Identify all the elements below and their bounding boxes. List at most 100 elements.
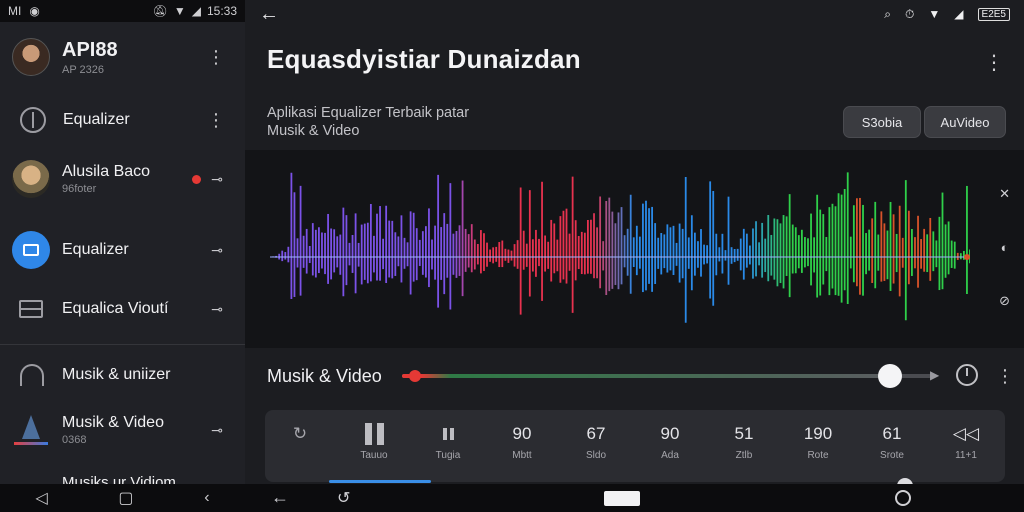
theme-toggle-icon[interactable]: ◐	[999, 240, 1010, 255]
nav-circle-icon[interactable]	[895, 490, 911, 506]
sidebar-item-label: Equalizer	[62, 241, 129, 258]
app-bar: ← ⌕ ⏱︎ ▼ ◢ E2E5	[245, 0, 1024, 28]
carrier-label: MI	[8, 4, 22, 18]
subtitle-line: Musik & Video	[267, 123, 360, 140]
sidebar-item-label: Alusila Baco	[62, 163, 151, 180]
eq-band[interactable]: 67 Sldo	[561, 422, 631, 461]
eq-band[interactable]: 61 Srote	[857, 422, 927, 461]
mode-button-1[interactable]: S3obia	[843, 106, 921, 138]
nav-back-icon[interactable]: ‹	[204, 489, 209, 507]
band-value: 90	[512, 424, 532, 443]
band-label: Rote	[807, 450, 829, 461]
seek-slider[interactable]	[402, 374, 932, 378]
nav-home-icon[interactable]: ▢	[118, 488, 133, 508]
more-options-icon[interactable]: ⋮	[207, 111, 225, 129]
arrow-icon[interactable]: ⊸	[211, 242, 223, 259]
band-label: 11+1	[955, 450, 977, 461]
eq-band[interactable]: 90 Ada	[635, 422, 705, 461]
subtitle: Aplikasi Equalizer Terbaik patar Musik &…	[267, 104, 527, 140]
sidebar-item-equalizer-active[interactable]: Equalizer ⊸	[0, 231, 245, 269]
rotate-icon[interactable]: ↺	[337, 488, 350, 508]
wifi-icon: ▼	[928, 7, 941, 21]
page-title: Equasdyistiar Dunaizdan	[267, 44, 581, 74]
headset-icon	[20, 364, 44, 386]
link-icon[interactable]: ⊘	[999, 293, 1010, 309]
system-nav-bar: ← ↺	[245, 484, 1024, 512]
wave-side-controls: ✕ ◐ ⊘	[999, 186, 1010, 309]
sidebar-item-musik-uniizer[interactable]: Musik & uniizer	[0, 364, 245, 386]
sidebar-item-label: Equalica Vioutí	[62, 300, 169, 317]
app-circle-icon: ◉	[29, 4, 40, 18]
band-label: Tugia	[435, 450, 461, 461]
eq-band[interactable]: 51 Ztlb	[709, 422, 779, 461]
arrow-right-icon: ▶	[930, 368, 940, 382]
record-dot-icon	[409, 370, 421, 382]
sidebar-item-contact[interactable]: Alusila Baco 96foter ⊸	[0, 160, 245, 198]
band-value: ◁◁	[952, 424, 980, 443]
nav-home-icon[interactable]	[604, 491, 640, 506]
subtitle-line: Aplikasi Equalizer Terbaik patar	[267, 105, 470, 121]
search-icon[interactable]: ⌕	[884, 7, 891, 22]
more-options-icon[interactable]: ⋮	[207, 48, 225, 66]
profile-sub: AP 2326	[62, 63, 105, 76]
band-label: Ada	[661, 450, 679, 461]
eq-band[interactable]: Tauuo	[339, 422, 409, 461]
profile-name: API88	[62, 38, 118, 61]
link-icon[interactable]: ⊸	[211, 301, 223, 318]
mute-icon: 🔕︎	[152, 4, 168, 18]
waveform-panel	[245, 150, 1024, 348]
speaker-cone-icon	[14, 415, 48, 445]
eq-band[interactable]: 90 Mbtt	[487, 422, 557, 461]
slider-label: Musik & Video	[267, 366, 382, 386]
status-icons: ⌕ ⏱︎ ▼ ◢ E2E5	[884, 7, 1010, 22]
eq-band[interactable]: Tugia	[413, 422, 483, 461]
nav-back-icon[interactable]: ←	[271, 487, 289, 508]
status-bar: MI ◉ 🔕︎ ▼ ◢ 15:33	[0, 0, 245, 22]
arrow-icon[interactable]: ⊸	[211, 171, 223, 188]
status-icons: 🔕︎ ▼ ◢ 15:33	[153, 4, 237, 18]
band-value: 190	[803, 424, 833, 443]
arrow-icon[interactable]: ⊸	[211, 422, 223, 439]
band-label: Srote	[880, 450, 904, 461]
band-label: Ztlb	[735, 450, 753, 461]
avatar	[12, 160, 50, 198]
sidebar-item-sub: 96foter	[62, 183, 97, 195]
signal-icon: ◢	[954, 7, 964, 21]
eq-band[interactable]: ↻	[265, 422, 335, 450]
shuffle-icon[interactable]: ✕	[999, 186, 1010, 202]
alarm-icon: ⏱︎	[905, 6, 915, 21]
slider-thumb[interactable]	[877, 364, 902, 388]
mode-button-2[interactable]: AuVideo	[924, 106, 1006, 138]
sidebar: MI ◉ 🔕︎ ▼ ◢ 15:33 API88 AP 2326 ⋮ Equali…	[0, 0, 245, 512]
equalizer-icon	[12, 231, 50, 269]
screen-icon	[19, 300, 43, 318]
eq-band[interactable]: ◁◁ 11+1	[931, 422, 1001, 461]
timer-icon[interactable]	[956, 364, 978, 386]
pause-icon	[339, 422, 409, 446]
signal-icon: ◢	[191, 4, 201, 18]
more-options-icon[interactable]: ⋮	[996, 366, 1014, 387]
record-dot-icon	[192, 174, 201, 184]
sidebar-item-sub: 0368	[62, 434, 87, 446]
band-progress-bar	[329, 480, 431, 483]
band-value: 51	[734, 424, 754, 443]
band-value: 67	[586, 424, 606, 443]
sidebar-item-label: Musik & uniizer	[62, 366, 171, 383]
system-nav-bar: ◁ ▢ ‹	[0, 484, 245, 512]
profile-row[interactable]: API88 AP 2326 ⋮	[0, 38, 245, 76]
pause-small-icon	[413, 422, 483, 446]
sidebar-item-musik-video[interactable]: Musik & Video 0368 ⊸	[0, 414, 245, 446]
battery-indicator: E2E5	[977, 7, 1010, 21]
sidebar-item-equalizer[interactable]: Equalizer ⋮	[0, 105, 245, 135]
nav-recents-icon[interactable]: ◁	[35, 488, 47, 508]
wifi-icon: ▼	[173, 4, 186, 18]
eq-band[interactable]: 190 Rote	[783, 422, 853, 461]
back-arrow-icon[interactable]: ←	[259, 3, 279, 26]
band-value: 61	[882, 424, 902, 443]
more-options-icon[interactable]: ⋮	[984, 50, 1004, 75]
sidebar-item-label: Equalizer	[63, 111, 130, 128]
slider-fill	[402, 374, 890, 378]
band-label: Mbtt	[512, 450, 532, 461]
avatar	[12, 38, 50, 76]
sidebar-item-equalica[interactable]: Equalica Vioutí ⊸	[0, 300, 245, 318]
